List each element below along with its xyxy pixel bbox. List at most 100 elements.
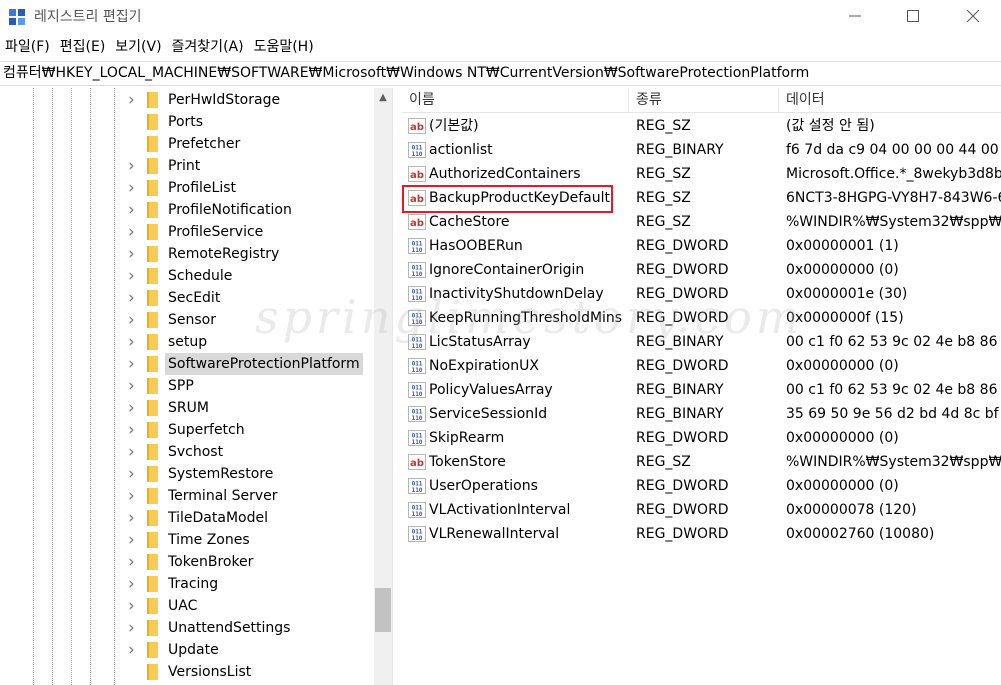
minimize-button[interactable]: [832, 0, 878, 32]
chevron-right-icon[interactable]: ›: [128, 378, 140, 395]
value-row[interactable]: ab CacheStore REG_SZ %WINDIR%₩System32₩spp₩…: [402, 210, 1001, 234]
chevron-right-icon[interactable]: ›: [128, 598, 140, 615]
menu-view[interactable]: 보기(V): [110, 36, 165, 58]
value-row[interactable]: 011 110 IgnoreContainerOrigin REG_DWORD 0x00…: [402, 258, 1001, 282]
tree-scrollbar[interactable]: ▲: [374, 88, 392, 685]
tree-item[interactable]: › Superfetch: [0, 419, 374, 441]
tree-item[interactable]: › RemoteRegistry: [0, 243, 374, 265]
column-header-name[interactable]: 이름: [402, 88, 629, 113]
tree-item[interactable]: › Schedule: [0, 265, 374, 287]
tree-item[interactable]: › UAC: [0, 595, 374, 617]
folder-icon: [147, 444, 158, 460]
chevron-right-icon[interactable]: ›: [128, 620, 140, 637]
tree-item[interactable]: › Sensor: [0, 309, 374, 331]
value-row[interactable]: 011 110 VLRenewalInterval REG_DWORD 0x000027…: [402, 522, 1001, 546]
chevron-right-icon[interactable]: ›: [128, 576, 140, 593]
tree-item[interactable]: › SRUM: [0, 397, 374, 419]
tree-item[interactable]: › SystemRestore: [0, 463, 374, 485]
scrollbar-thumb[interactable]: [375, 588, 391, 632]
chevron-right-icon[interactable]: ›: [128, 642, 140, 659]
maximize-button[interactable]: [890, 0, 936, 32]
menu-edit[interactable]: 편집(E): [55, 36, 110, 58]
value-row[interactable]: 011 110 PolicyValuesArray REG_BINARY 00 c1 f…: [402, 378, 1001, 402]
folder-icon: [147, 598, 158, 614]
chevron-right-icon[interactable]: ›: [128, 224, 140, 241]
chevron-right-icon[interactable]: ›: [128, 444, 140, 461]
value-row[interactable]: 011 110 KeepRunningThresholdMins REG_DWORD 0…: [402, 306, 1001, 330]
chevron-right-icon[interactable]: ›: [128, 356, 140, 373]
tree-item[interactable]: › ProfileNotification: [0, 199, 374, 221]
tree-item[interactable]: › UnattendSettings: [0, 617, 374, 639]
tree-item[interactable]: › setup: [0, 331, 374, 353]
svg-text:110: 110: [412, 535, 423, 542]
tree-item[interactable]: › ProfileService: [0, 221, 374, 243]
value-row[interactable]: 011 110 actionlist REG_BINARY f6 7d da c9 04…: [402, 138, 1001, 162]
value-row[interactable]: ab BackupProductKeyDefault REG_SZ 6NCT3-8HG…: [402, 186, 1001, 210]
binary-value-icon: 011110: [408, 238, 426, 254]
column-header-data[interactable]: 데이터: [779, 88, 1001, 113]
folder-icon: [147, 422, 158, 438]
binary-value-icon: 011110: [408, 310, 426, 326]
scroll-up-arrow-icon[interactable]: ▲: [374, 88, 392, 106]
value-data: 00 c1 f0 62 53 9c 02 4e b8 86 a: [786, 382, 1001, 398]
tree-item[interactable]: › Time Zones: [0, 529, 374, 551]
tree-item[interactable]: › SPP: [0, 375, 374, 397]
value-type: REG_DWORD: [636, 238, 729, 254]
tree-item-label: Schedule: [168, 268, 233, 284]
chevron-right-icon[interactable]: ›: [128, 400, 140, 417]
chevron-right-icon[interactable]: ›: [128, 532, 140, 549]
chevron-right-icon[interactable]: ›: [128, 422, 140, 439]
value-row[interactable]: ab TokenStore REG_SZ %WINDIR%₩System32₩spp₩…: [402, 450, 1001, 474]
menu-favorites[interactable]: 즐겨찾기(A): [167, 36, 248, 58]
tree-item[interactable]: › Print: [0, 155, 374, 177]
value-row[interactable]: 011 110 UserOperations REG_DWORD 0x00000000 …: [402, 474, 1001, 498]
value-row[interactable]: 011 110 HasOOBERun REG_DWORD 0x00000001 (1): [402, 234, 1001, 258]
tree-item[interactable]: › Tracing: [0, 573, 374, 595]
menu-help[interactable]: 도움말(H): [249, 36, 318, 58]
value-row[interactable]: 011 110 InactivityShutdownDelay REG_DWORD 0x…: [402, 282, 1001, 306]
chevron-right-icon[interactable]: ›: [128, 202, 140, 219]
value-row[interactable]: 011 110 LicStatusArray REG_BINARY 00 c1 f0 6…: [402, 330, 1001, 354]
binary-value-icon: 011110: [408, 406, 426, 422]
chevron-right-icon[interactable]: ›: [128, 268, 140, 285]
chevron-right-icon[interactable]: ›: [128, 246, 140, 263]
value-row[interactable]: 011 110 SkipRearm REG_DWORD 0x00000000 (0): [402, 426, 1001, 450]
tree-item[interactable]: VersionsList: [0, 661, 374, 683]
tree-item[interactable]: › Terminal Server: [0, 485, 374, 507]
binary-value-icon: 011110: [408, 382, 426, 398]
close-button[interactable]: [950, 0, 996, 32]
chevron-right-icon[interactable]: ›: [128, 466, 140, 483]
folder-icon: [147, 488, 158, 504]
column-header-type[interactable]: 종류: [629, 88, 779, 113]
tree-item[interactable]: › Svchost: [0, 441, 374, 463]
value-row[interactable]: ab (기본값) REG_SZ (값 설정 안 됨): [402, 114, 1001, 138]
value-name: SkipRearm: [429, 430, 505, 446]
chevron-right-icon[interactable]: ›: [128, 92, 140, 109]
tree-item[interactable]: › TokenBroker: [0, 551, 374, 573]
tree-item[interactable]: Ports: [0, 111, 374, 133]
chevron-right-icon[interactable]: ›: [128, 488, 140, 505]
chevron-right-icon[interactable]: ›: [128, 290, 140, 307]
chevron-right-icon[interactable]: ›: [128, 510, 140, 527]
address-bar[interactable]: 컴퓨터₩HKEY_LOCAL_MACHINE₩SOFTWARE₩Microsof…: [0, 61, 1001, 86]
tree-item[interactable]: › ProfileList: [0, 177, 374, 199]
chevron-right-icon[interactable]: ›: [128, 554, 140, 571]
value-row[interactable]: ab AuthorizedContainers REG_SZ Microsoft.Of…: [402, 162, 1001, 186]
value-row[interactable]: 011 110 NoExpirationUX REG_DWORD 0x00000000 …: [402, 354, 1001, 378]
value-row[interactable]: 011 110 VLActivationInterval REG_DWORD 0x000…: [402, 498, 1001, 522]
value-type: REG_BINARY: [636, 334, 724, 350]
chevron-right-icon[interactable]: ›: [128, 158, 140, 175]
tree-item[interactable]: › SoftwareProtectionPlatform: [0, 353, 374, 375]
tree-item[interactable]: › SecEdit: [0, 287, 374, 309]
chevron-right-icon[interactable]: ›: [128, 334, 140, 351]
tree-item[interactable]: › Update: [0, 639, 374, 661]
chevron-right-icon[interactable]: ›: [128, 180, 140, 197]
string-value-icon: ab: [408, 190, 426, 206]
menu-file[interactable]: 파일(F): [0, 36, 54, 58]
tree-item[interactable]: › TileDataModel: [0, 507, 374, 529]
tree-item[interactable]: Prefetcher: [0, 133, 374, 155]
chevron-right-icon[interactable]: ›: [128, 312, 140, 329]
tree-item[interactable]: › PerHwIdStorage: [0, 89, 374, 111]
value-row[interactable]: 011 110 ServiceSessionId REG_BINARY 35 69 50…: [402, 402, 1001, 426]
pane-splitter[interactable]: [392, 88, 402, 685]
